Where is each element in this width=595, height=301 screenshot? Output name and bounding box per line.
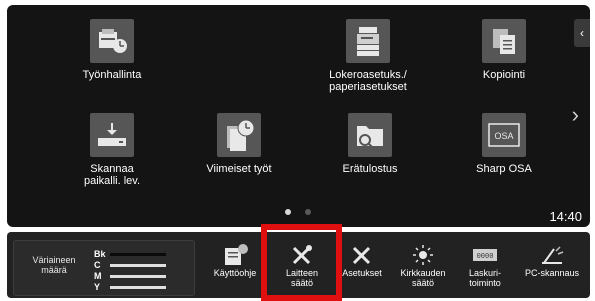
- svg-text:0000: 0000: [477, 253, 494, 261]
- counter-icon: 0000: [456, 242, 514, 268]
- brightness-icon: [394, 242, 452, 268]
- folder-search-icon: [348, 113, 392, 157]
- job-status-icon: [90, 19, 134, 63]
- home-screen: Työnhallinta Lokeroasetuks./ paperiasetu…: [7, 5, 590, 227]
- clock: 14:40: [549, 209, 582, 224]
- page-indicator: [285, 209, 311, 215]
- app-label: Skannaa paikalli. lev.: [83, 163, 141, 187]
- chevron-right-icon: ›: [571, 102, 579, 127]
- toner-row-bk: Bk: [94, 249, 166, 259]
- taskbar-pc-skannaus[interactable]: PC-skannaus: [519, 242, 585, 278]
- toner-bar: [110, 252, 166, 256]
- recent-jobs-icon: [217, 113, 261, 157]
- svg-text:OSA: OSA: [494, 131, 513, 141]
- toner-row-c: C: [94, 260, 166, 270]
- taskbar-kayttoohje[interactable]: Käyttöohje: [206, 242, 264, 278]
- app-sharp-osa[interactable]: OSA Sharp OSA: [456, 113, 552, 175]
- page-dot-active[interactable]: [285, 209, 291, 215]
- page-dot[interactable]: [305, 209, 311, 215]
- app-label: Kopiointi: [482, 69, 526, 81]
- app-label: Sharp OSA: [476, 163, 532, 175]
- app-skannaa[interactable]: Skannaa paikalli. lev.: [64, 113, 160, 187]
- toner-bar: [110, 263, 166, 267]
- app-label: Lokeroasetuks./ paperiasetukset: [329, 69, 407, 93]
- toner-row-y: Y: [94, 282, 166, 292]
- toner-row-m: M: [94, 271, 166, 281]
- taskbar-label: PC-skannaus: [524, 268, 580, 278]
- app-label: Erätulostus: [342, 163, 398, 175]
- taskbar-laskuritoiminto[interactable]: 0000 Laskuri-toiminto: [456, 242, 514, 288]
- side-panel-handle[interactable]: ‹: [574, 19, 590, 47]
- next-page-arrow[interactable]: ›: [572, 102, 579, 128]
- taskbar-kirkkauden-saato[interactable]: Kirkkauden säätö: [394, 242, 452, 288]
- app-lokero[interactable]: Lokeroasetuks./ paperiasetukset: [313, 19, 423, 93]
- toner-level-panel[interactable]: Väriaineen määrä Bk C M Y: [13, 240, 195, 296]
- manual-icon: [206, 242, 264, 268]
- app-label: Viimeiset työt: [206, 163, 272, 175]
- app-viimeiset[interactable]: Viimeiset työt: [191, 113, 287, 175]
- tray-settings-icon: [346, 19, 390, 63]
- chevron-left-icon: ‹: [580, 26, 584, 40]
- taskbar-label: Laskuri-toiminto: [468, 268, 501, 288]
- scan-to-hdd-icon: [90, 113, 134, 157]
- app-label: Työnhallinta: [82, 69, 142, 81]
- toner-title: Väriaineen määrä: [32, 255, 76, 275]
- app-kopiointi[interactable]: Kopiointi: [456, 19, 552, 81]
- app-tyonhallinta[interactable]: Työnhallinta: [64, 19, 160, 81]
- sharp-osa-icon: OSA: [482, 113, 526, 157]
- toner-bar: [110, 285, 166, 289]
- taskbar-label: Kirkkauden säätö: [400, 268, 446, 288]
- highlight-box: [261, 224, 342, 301]
- device-panel: Työnhallinta Lokeroasetuks./ paperiasetu…: [0, 0, 595, 301]
- taskbar-label: Käyttöohje: [213, 268, 257, 278]
- copy-icon: [482, 19, 526, 63]
- toner-bar: [110, 274, 166, 278]
- pc-scan-icon: [519, 242, 585, 268]
- app-eratulostus[interactable]: Erätulostus: [322, 113, 418, 175]
